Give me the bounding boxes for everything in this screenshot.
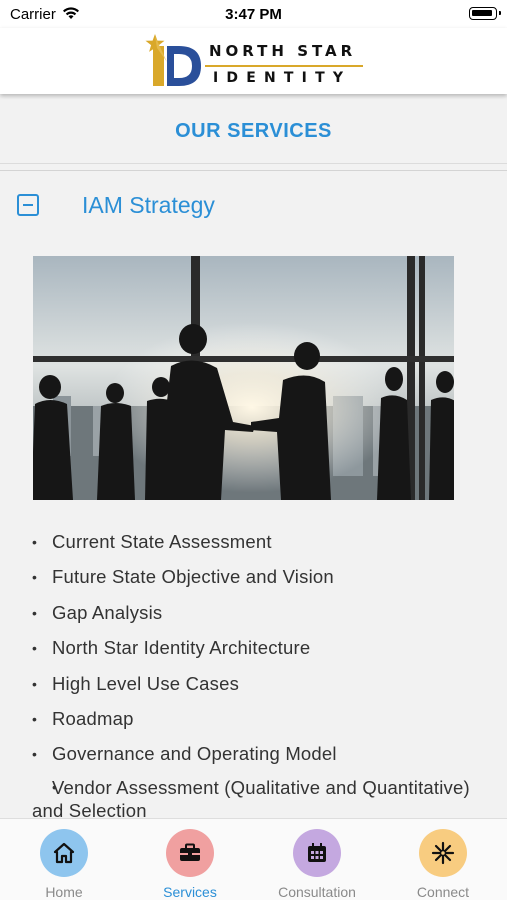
collapse-minus-icon[interactable] (17, 194, 39, 216)
list-item: Vendor Assessment (Qualitative and Quant… (32, 776, 472, 822)
logo-id-mark-icon (145, 34, 201, 86)
list-item: Governance and Operating Model (32, 740, 472, 775)
snowflake-icon[interactable] (419, 829, 467, 877)
tab-home[interactable]: Home (9, 827, 119, 900)
accordion-header-iam-strategy[interactable]: IAM Strategy (0, 182, 507, 230)
divider (0, 170, 507, 171)
tab-label-home: Home (45, 884, 83, 900)
page-title: OUR SERVICES (175, 120, 332, 142)
tab-consultation[interactable]: Consultation (262, 827, 372, 900)
tab-services[interactable]: Services (135, 827, 245, 900)
logo-text-north-star: NORTH STAR (209, 42, 357, 60)
list-item: High Level Use Cases (32, 670, 472, 705)
calendar-icon[interactable] (293, 829, 341, 877)
handshake-photo (33, 256, 454, 500)
service-list: Current State Assessment Future State Ob… (32, 528, 472, 822)
list-item: Future State Objective and Vision (32, 563, 472, 598)
briefcase-icon[interactable] (166, 829, 214, 877)
logo-text-identity: IDENTITY (213, 70, 352, 86)
tab-label-services: Services (163, 884, 217, 900)
clock: 3:47 PM (225, 6, 282, 23)
north-star-identity-logo[interactable]: NORTH STAR IDENTITY (143, 32, 365, 90)
logo-rule (205, 65, 363, 67)
bottom-tab-bar: Home Services Consultation Connect (0, 818, 507, 900)
status-bar: Carrier 3:47 PM (0, 0, 507, 28)
tab-label-connect: Connect (416, 884, 470, 900)
home-icon[interactable] (40, 829, 88, 877)
tab-label-consultation: Consultation (278, 884, 356, 900)
section-title: IAM Strategy (82, 192, 215, 218)
battery-icon (469, 7, 501, 20)
list-item: Roadmap (32, 705, 472, 740)
list-item: Gap Analysis (32, 599, 472, 634)
app-header: NORTH STAR IDENTITY (0, 28, 507, 94)
page-title-bar: OUR SERVICES (0, 94, 507, 164)
tab-connect[interactable]: Connect (388, 827, 498, 900)
hero-image-handshake (33, 256, 454, 500)
list-item: Current State Assessment (32, 528, 472, 563)
list-item: North Star Identity Architecture (32, 634, 472, 669)
